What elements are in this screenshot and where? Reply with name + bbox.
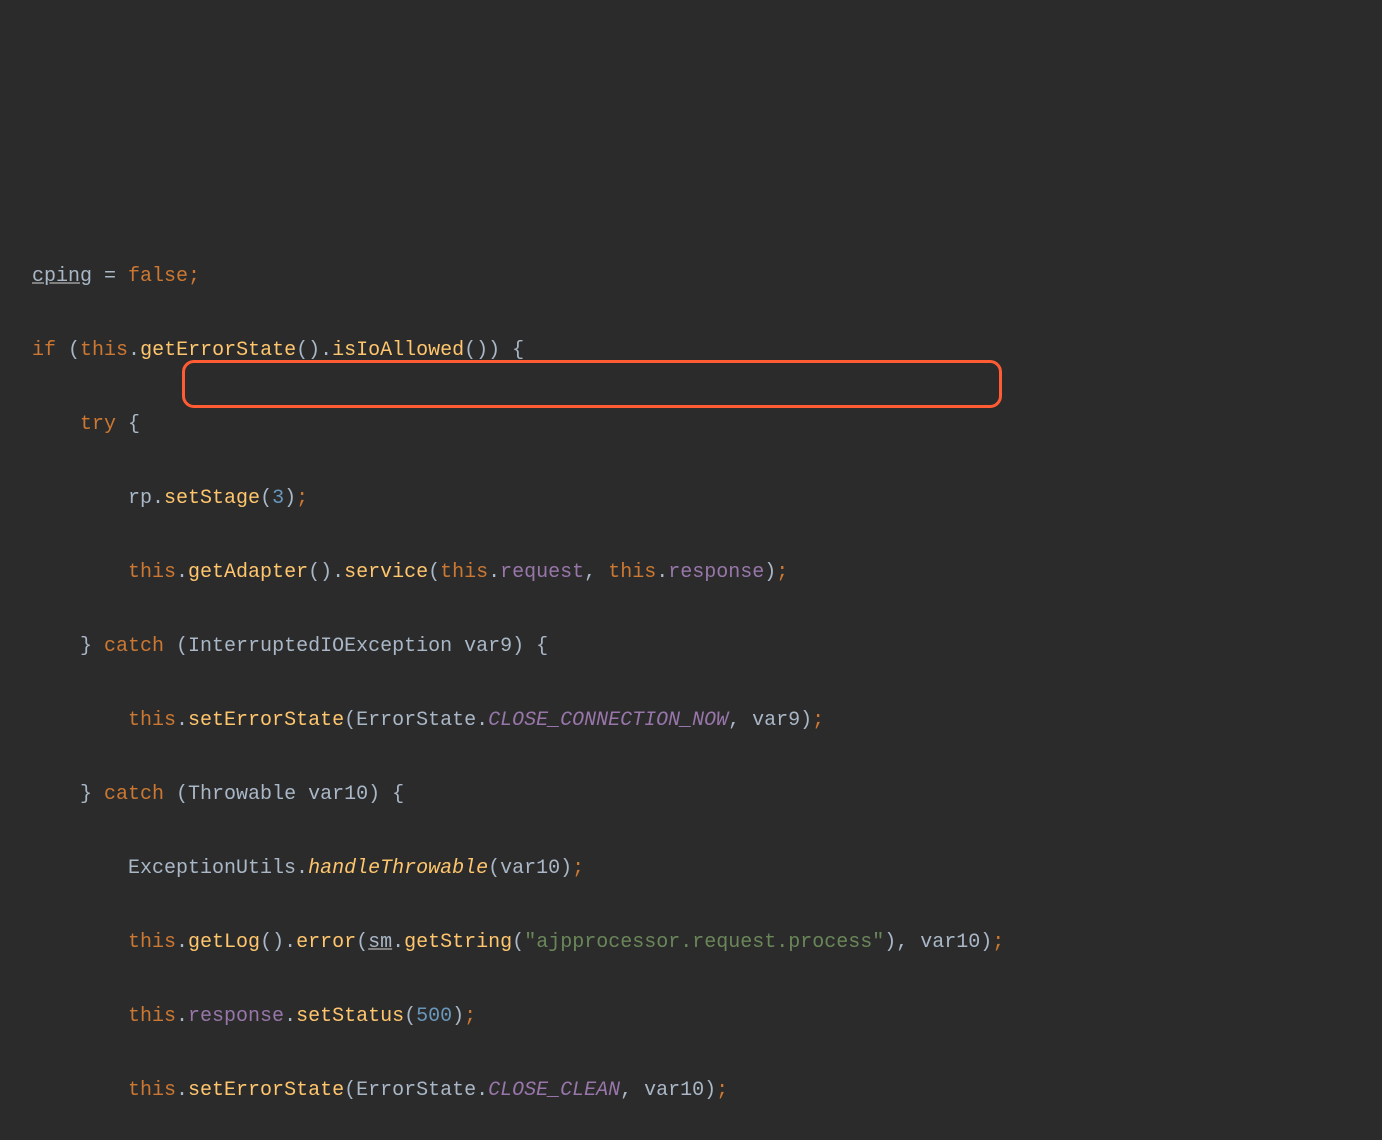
code-line: } catch (Throwable var10) { <box>32 776 1382 813</box>
code-line: this.setErrorState(ErrorState.CLOSE_CLEA… <box>32 1072 1382 1109</box>
variable: cping <box>32 265 92 288</box>
code-line-highlighted: this.getAdapter().service(this.request, … <box>32 554 1382 591</box>
code-line: ExceptionUtils.handleThrowable(var10); <box>32 850 1382 887</box>
code-line: try { <box>32 406 1382 443</box>
code-line: this.setErrorState(ErrorState.CLOSE_CONN… <box>32 702 1382 739</box>
code-line: rp.setStage(3); <box>32 480 1382 517</box>
code-line: this.response.setStatus(500); <box>32 998 1382 1035</box>
code-line: this.getLog().error(sm.getString("ajppro… <box>32 924 1382 961</box>
code-line: } catch (InterruptedIOException var9) { <box>32 628 1382 665</box>
code-line: cping = false; <box>32 258 1382 295</box>
code-line: if (this.getErrorState().isIoAllowed()) … <box>32 332 1382 369</box>
code-editor[interactable]: cping = false; if (this.getErrorState().… <box>32 184 1382 1140</box>
